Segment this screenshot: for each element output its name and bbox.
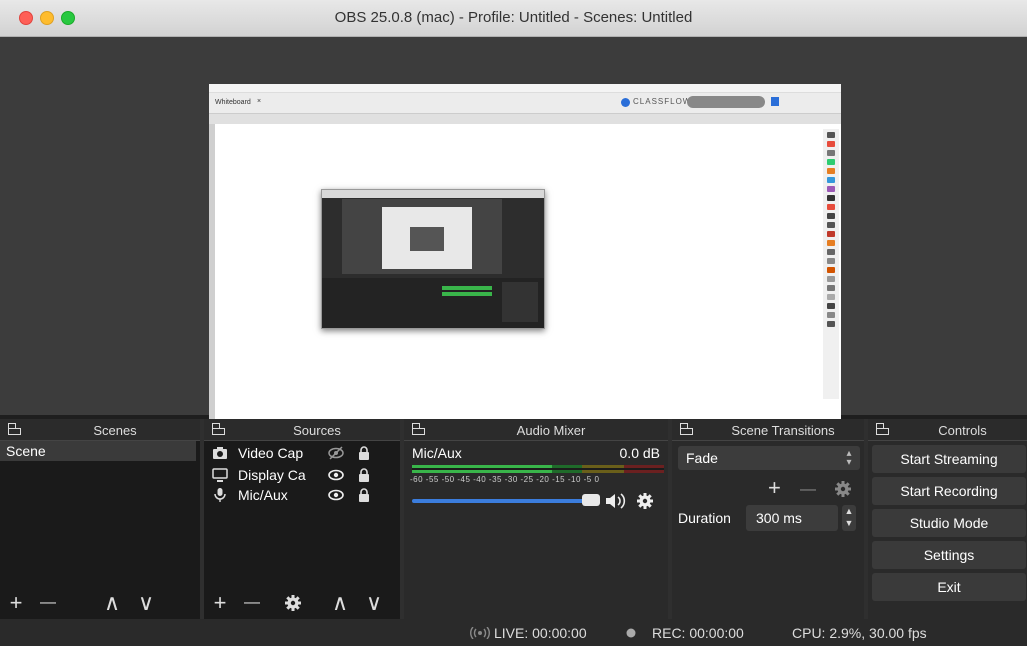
- start-streaming-button[interactable]: Start Streaming: [872, 445, 1026, 473]
- preview-area[interactable]: Whiteboard × CLASSFLOW: [0, 37, 1027, 441]
- lock-icon[interactable]: [356, 487, 372, 503]
- settings-button[interactable]: Settings: [872, 541, 1026, 569]
- source-item-mic-aux[interactable]: Mic/Aux: [204, 485, 400, 505]
- transition-select-value: Fade: [686, 450, 718, 466]
- lock-icon[interactable]: [356, 445, 372, 461]
- live-broadcast-icon: [470, 627, 490, 639]
- sources-panel: Video Cap Display Ca Mic/Aux + — ∧ ∨: [204, 441, 400, 619]
- captured-browser-tabbar: Whiteboard × CLASSFLOW: [209, 93, 841, 114]
- captured-tool-palette: [823, 129, 839, 399]
- remove-source-button[interactable]: —: [240, 591, 264, 615]
- duration-field[interactable]: 300 ms: [746, 505, 838, 531]
- add-source-button[interactable]: +: [208, 591, 232, 615]
- float-dock-icon[interactable]: [680, 423, 693, 435]
- cpu-status: CPU: 2.9%, 30.00 fps: [792, 625, 927, 641]
- mixer-settings-gear-icon[interactable]: [636, 492, 654, 510]
- captured-toolbar: [209, 114, 841, 124]
- captured-left-edge: [209, 124, 215, 441]
- source-label: Mic/Aux: [238, 487, 288, 503]
- move-source-up-button[interactable]: ∧: [328, 591, 352, 615]
- controls-dock-header[interactable]: Controls: [868, 419, 1027, 441]
- sources-dock-header[interactable]: Sources: [204, 419, 400, 441]
- add-scene-button[interactable]: +: [4, 591, 28, 615]
- float-dock-icon[interactable]: [212, 423, 225, 435]
- scenes-dock-header[interactable]: Scenes: [0, 419, 200, 441]
- controls-panel: Start Streaming Start Recording Studio M…: [868, 441, 1027, 619]
- captured-tab-close: ×: [257, 98, 262, 105]
- move-scene-up-button[interactable]: ∧: [100, 591, 124, 615]
- gear-icon[interactable]: [284, 594, 302, 612]
- captured-menubar: [209, 84, 841, 93]
- microphone-icon: [214, 488, 226, 502]
- status-bar: LIVE: 00:00:00 REC: 00:00:00 CPU: 2.9%, …: [0, 619, 1027, 646]
- source-label: Display Ca: [238, 467, 306, 483]
- scene-transitions-dock-title: Scene Transitions: [731, 423, 835, 438]
- visibility-icon[interactable]: [328, 467, 344, 483]
- dock-area: Scenes Scene + — ∧ ∨ Sources Video Cap D…: [0, 419, 1027, 619]
- float-dock-icon[interactable]: [412, 423, 425, 435]
- window-title: OBS 25.0.8 (mac) - Profile: Untitled - S…: [334, 9, 693, 26]
- source-item-display-capture[interactable]: Display Ca: [204, 465, 400, 485]
- add-transition-button[interactable]: +: [768, 475, 781, 501]
- nested-obs-window: [321, 189, 545, 329]
- volume-slider-track[interactable]: [412, 499, 590, 503]
- float-dock-icon[interactable]: [8, 423, 21, 435]
- classflow-logo: CLASSFLOW: [633, 97, 692, 106]
- captured-app-icon: [771, 97, 779, 106]
- scene-transitions-panel: Fade ▴ ▾ + — Duration 300 ms ▲ ▼: [672, 441, 864, 619]
- lock-icon[interactable]: [356, 467, 372, 483]
- exit-button[interactable]: Exit: [872, 573, 1026, 601]
- volume-meter: [412, 465, 664, 473]
- mixer-channel-name: Mic/Aux: [412, 445, 462, 461]
- scenes-dock-title: Scenes: [93, 423, 137, 438]
- audio-mixer-panel: Mic/Aux 0.0 dB -60 -55 -50 -45 -40 -35 -…: [404, 441, 668, 619]
- start-recording-button[interactable]: Start Recording: [872, 477, 1026, 505]
- live-status: LIVE: 00:00:00: [494, 625, 587, 641]
- source-label: Video Cap: [238, 445, 304, 461]
- rec-status: REC: 00:00:00: [652, 625, 744, 641]
- captured-tab-label: Whiteboard: [215, 99, 251, 106]
- meter-scale: -60 -55 -50 -45 -40 -35 -30 -25 -20 -15 …: [410, 475, 600, 484]
- captured-display: Whiteboard × CLASSFLOW: [209, 84, 841, 441]
- camera-icon: [213, 447, 227, 459]
- recording-dot-icon: [626, 628, 636, 638]
- controls-dock-title: Controls: [938, 423, 987, 438]
- title-bar: OBS 25.0.8 (mac) - Profile: Untitled - S…: [0, 0, 1027, 37]
- sources-toolbar: + — ∧ ∨: [204, 587, 400, 619]
- volume-slider-handle[interactable]: [582, 494, 600, 506]
- remove-transition-button[interactable]: —: [800, 481, 816, 499]
- duration-stepper[interactable]: ▲ ▼: [842, 505, 856, 531]
- audio-mixer-dock-title: Audio Mixer: [516, 423, 586, 438]
- mixer-channel-level: 0.0 dB: [619, 445, 660, 461]
- select-arrows-icon: ▴ ▾: [846, 448, 852, 468]
- scene-transitions-dock-header[interactable]: Scene Transitions: [672, 419, 864, 441]
- classflow-logo-icon: [621, 98, 630, 107]
- move-source-down-button[interactable]: ∨: [362, 591, 386, 615]
- captured-search-pill: [687, 96, 765, 108]
- scenes-panel: Scene + — ∧ ∨: [0, 441, 200, 619]
- visibility-off-icon[interactable]: [328, 445, 344, 461]
- scenes-toolbar: + — ∧ ∨: [0, 587, 200, 619]
- move-scene-down-button[interactable]: ∨: [134, 591, 158, 615]
- float-dock-icon[interactable]: [876, 423, 889, 435]
- transition-settings-gear-icon[interactable]: [834, 480, 852, 498]
- duration-label: Duration: [678, 510, 731, 526]
- visibility-icon[interactable]: [328, 487, 344, 503]
- studio-mode-button[interactable]: Studio Mode: [872, 509, 1026, 537]
- audio-mixer-dock-header[interactable]: Audio Mixer: [404, 419, 668, 441]
- transition-select[interactable]: Fade ▴ ▾: [678, 446, 860, 470]
- scene-item[interactable]: Scene: [0, 441, 196, 461]
- sources-dock-title: Sources: [293, 423, 341, 438]
- remove-scene-button[interactable]: —: [36, 591, 60, 615]
- speaker-icon[interactable]: [604, 491, 630, 511]
- source-item-video-capture[interactable]: Video Cap: [204, 443, 400, 463]
- monitor-icon: [212, 468, 228, 482]
